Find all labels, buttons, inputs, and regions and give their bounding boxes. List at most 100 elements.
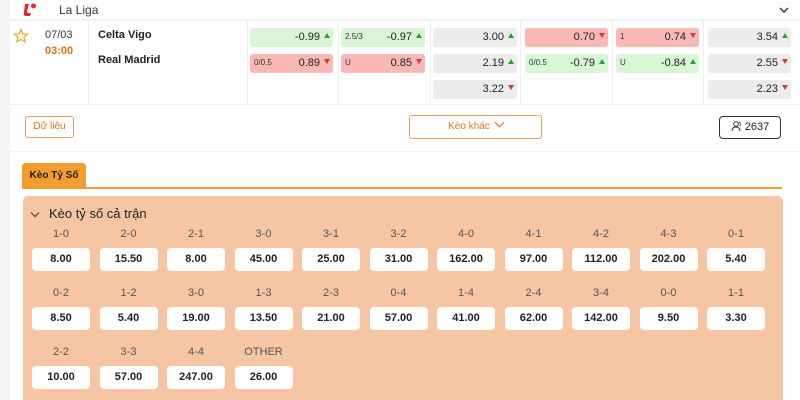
down-arrow-icon [782,59,788,64]
score-odds-button[interactable]: 97.00 [504,248,563,271]
score-label: 0-4 [390,287,407,299]
down-arrow-icon [782,85,788,90]
score-odds-button[interactable]: 247.00 [167,366,225,389]
odds-line: 1 [620,32,625,41]
score-odds-button[interactable]: 8.00 [167,248,225,271]
score-odds-button[interactable]: 31.00 [369,248,428,271]
odds-h1-1x2-away[interactable]: 2.55 [708,54,791,73]
odds-line: U [345,58,351,67]
odds-line: U [620,58,626,67]
viewers-count: 2637 [744,121,770,133]
score-odds-button[interactable]: 41.00 [437,307,495,330]
score-odds-button[interactable]: 62.00 [504,307,563,330]
divider [88,21,89,104]
page: La Liga 07/03 03:00 Celta Vigo Real Madr… [0,0,800,400]
odds-value: 3.22 [482,83,504,95]
odds-line: 2.5/3 [345,32,363,41]
score-label: 2-4 [525,287,542,299]
chevron-up-icon[interactable] [778,4,790,16]
chevron-down-icon[interactable] [30,208,40,218]
score-odds-button[interactable]: 21.00 [302,307,360,330]
score-odds-button[interactable]: 202.00 [639,248,698,271]
score-odds-button[interactable]: 13.50 [234,307,293,330]
score-odds-button[interactable]: 9.50 [639,307,698,330]
score-odds-button[interactable]: 3.30 [707,307,765,330]
away-team: Real Madrid [98,54,161,66]
divider [430,21,431,104]
odds-h1-1x2-draw[interactable]: 2.23 [708,80,791,99]
odds-value: 0.89 [298,57,320,69]
odds-hdp-away[interactable]: 0/0.5 0.89 [250,54,333,73]
odds-value: -0.99 [294,31,320,43]
score-label: OTHER [244,346,283,358]
up-arrow-icon [324,33,330,38]
match-time: 03:00 [45,45,74,57]
score-label: 4-1 [525,228,542,240]
score-odds-button[interactable]: 112.00 [572,248,630,271]
score-odds-button[interactable]: 45.00 [234,248,293,271]
correct-score-title[interactable]: Kèo tỷ số cả trận [49,206,147,221]
more-odds-button[interactable]: Kèo khác [409,115,542,139]
score-odds-button[interactable]: 8.00 [32,248,90,271]
odds-hdp-home[interactable]: -0.99 [250,28,333,47]
odds-1x2-away[interactable]: 2.19 [433,54,517,73]
score-label: 3-4 [593,287,609,299]
score-label: 1-4 [458,287,474,299]
odds-h1-hdp-home[interactable]: 0.70 [525,28,608,47]
data-button[interactable]: Dữ liệu [25,116,74,138]
odds-h1-hdp-away[interactable]: 0/0.5 -0.79 [525,54,608,73]
score-odds-button[interactable]: 10.00 [32,366,90,389]
score-odds-button[interactable]: 142.00 [572,307,630,330]
score-label: 4-4 [188,346,204,358]
score-label: 1-0 [53,228,69,240]
score-label: 3-0 [255,228,272,240]
score-odds-button[interactable]: 8.50 [32,307,90,330]
tab-correct-score[interactable]: Kèo Tỷ Số [22,163,86,188]
odds-value: 3.54 [756,31,778,43]
score-label: 0-2 [53,287,69,299]
score-odds-button[interactable]: 19.00 [167,307,225,330]
correct-score-panel: Kèo Tỷ Số Kèo tỷ số cả trận 1-0 8.00 2-0 15… [10,152,800,400]
odds-h1-ou-under[interactable]: U -0.84 [616,54,699,73]
divider [703,21,704,104]
divider [338,21,339,104]
score-odds-button[interactable]: 57.00 [99,366,158,389]
score-label: 2-3 [323,287,339,299]
odds-value: 2.23 [756,83,778,95]
divider [520,21,521,104]
down-arrow-icon [324,59,330,64]
odds-h1-ou-over[interactable]: 1 0.74 [616,28,699,47]
score-odds-button[interactable]: 26.00 [234,366,293,389]
tab-underline [22,187,782,189]
odds-value: 0.70 [573,31,595,43]
correct-score-box: Kèo tỷ số cả trận 1-0 8.00 2-0 15.50 2-1 8.00… [23,196,783,400]
odds-value: -0.84 [660,57,686,69]
odds-value: 2.55 [756,57,778,69]
odds-ou-under[interactable]: U 0.85 [341,54,425,73]
score-odds-button[interactable]: 162.00 [437,248,495,271]
divider [247,21,248,104]
score-odds-button[interactable]: 15.50 [99,248,158,271]
divider [10,104,800,105]
score-label: 3-2 [390,228,407,240]
league-name: La Liga [59,3,99,17]
score-label: 2-0 [120,228,137,240]
score-odds-button[interactable]: 5.40 [707,248,765,271]
odds-line: 0/0.5 [254,58,272,67]
odds-1x2-home[interactable]: 3.00 [433,28,517,47]
league-header[interactable]: La Liga [10,0,800,20]
home-team: Celta Vigo [98,29,152,41]
odds-1x2-draw[interactable]: 3.22 [433,80,517,99]
score-odds-button[interactable]: 5.40 [99,307,158,330]
score-label: 1-1 [728,287,744,299]
score-label: 1-3 [255,287,272,299]
odds-h1-1x2-home[interactable]: 3.54 [708,28,791,47]
score-odds-button[interactable]: 57.00 [369,307,428,330]
score-label: 3-0 [188,287,204,299]
favorite-star-icon[interactable] [13,28,29,44]
score-odds-button[interactable]: 25.00 [302,248,360,271]
up-arrow-icon [599,59,605,64]
odds-ou-over[interactable]: 2.5/3 -0.97 [341,28,425,47]
down-arrow-icon [599,33,605,38]
viewers-button[interactable]: 2637 [719,116,781,139]
